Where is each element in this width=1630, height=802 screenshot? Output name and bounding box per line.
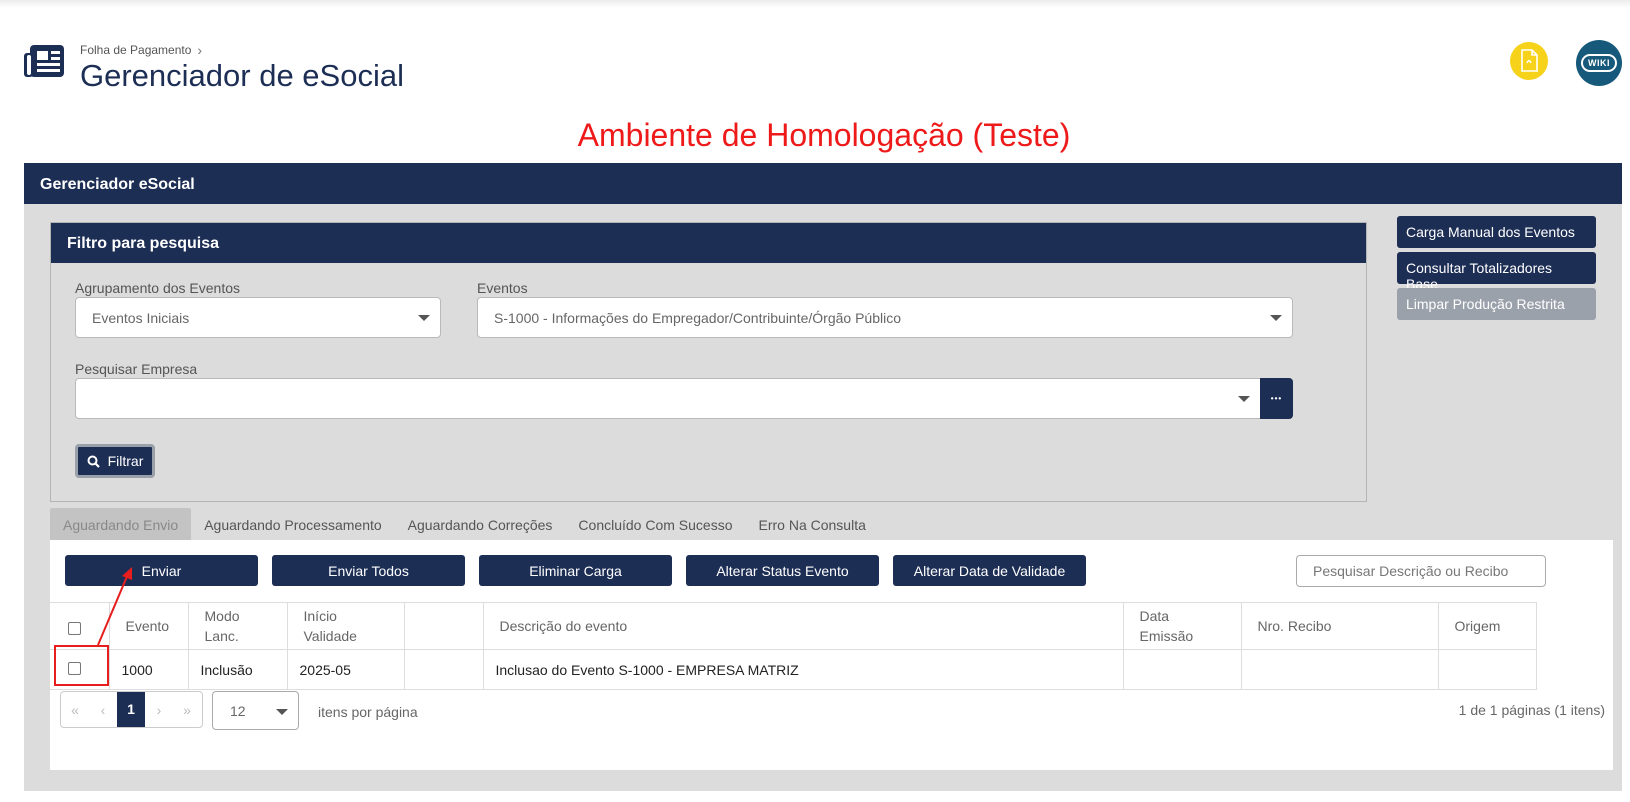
col-modo[interactable]: Modo Lanc. bbox=[188, 602, 288, 650]
tab-erro-consulta[interactable]: Erro Na Consulta bbox=[746, 508, 879, 540]
caret-down-icon bbox=[1270, 315, 1282, 321]
page-header: Folha de Pagamento › Gerenciador de eSoc… bbox=[24, 40, 1622, 100]
caret-down-icon bbox=[418, 315, 430, 321]
caret-down-icon bbox=[276, 709, 288, 715]
search-icon bbox=[87, 455, 100, 468]
cell-origem bbox=[1438, 649, 1537, 690]
group-value: Eventos Iniciais bbox=[92, 310, 190, 326]
events-select[interactable]: S-1000 - Informações do Empregador/Contr… bbox=[477, 297, 1293, 338]
events-table: Evento Modo Lanc. Início Validade Descri… bbox=[50, 602, 1537, 690]
document-help-button[interactable] bbox=[1510, 42, 1548, 80]
col-extra bbox=[404, 602, 484, 650]
chevron-right-icon: › bbox=[197, 42, 203, 58]
pagination-info: 1 de 1 páginas (1 itens) bbox=[1458, 702, 1605, 718]
filter-button-label: Filtrar bbox=[107, 453, 144, 469]
col-data-emissao[interactable]: Data Emissão bbox=[1123, 602, 1242, 650]
col-inicio[interactable]: Início Validade bbox=[287, 602, 405, 650]
cell-modo: Inclusão bbox=[188, 649, 288, 690]
tab-aguardando-correcoes[interactable]: Aguardando Correções bbox=[395, 508, 566, 540]
status-tabs: Aguardando Envio Aguardando Processament… bbox=[50, 508, 879, 540]
wiki-label: WIKI bbox=[1581, 54, 1617, 72]
manual-load-button[interactable]: Carga Manual dos Eventos bbox=[1397, 216, 1596, 248]
group-label: Agrupamento dos Eventos bbox=[75, 280, 240, 296]
company-lookup-button[interactable]: ••• bbox=[1260, 378, 1293, 419]
breadcrumb: Folha de Pagamento › bbox=[80, 42, 202, 58]
page-title: Gerenciador de eSocial bbox=[80, 58, 404, 93]
page-size-value: 12 bbox=[230, 703, 246, 719]
table-header-row: Evento Modo Lanc. Início Validade Descri… bbox=[50, 602, 1537, 650]
annotation-arrow bbox=[97, 567, 132, 646]
first-page-button[interactable]: « bbox=[61, 702, 89, 718]
events-label: Eventos bbox=[477, 280, 528, 296]
col-descricao[interactable]: Descrição do evento bbox=[483, 602, 1124, 650]
company-select[interactable]: ••• bbox=[75, 378, 1293, 419]
delete-load-button[interactable]: Eliminar Carga bbox=[479, 555, 672, 586]
filter-button[interactable]: Filtrar bbox=[75, 444, 155, 478]
caret-down-icon bbox=[1238, 396, 1250, 402]
tab-concluido[interactable]: Concluído Com Sucesso bbox=[565, 508, 745, 540]
next-page-button[interactable]: › bbox=[145, 702, 173, 718]
panel-title: Gerenciador eSocial bbox=[24, 163, 1622, 204]
ellipsis-icon: ••• bbox=[1270, 394, 1283, 403]
esocial-panel: Gerenciador eSocial Filtro para pesquisa… bbox=[24, 163, 1622, 791]
breadcrumb-folha[interactable]: Folha de Pagamento bbox=[80, 43, 191, 57]
document-icon bbox=[1521, 49, 1538, 72]
change-date-button[interactable]: Alterar Data de Validade bbox=[893, 555, 1086, 586]
table-row[interactable]: 1000 Inclusão 2025-05 Inclusao do Evento… bbox=[50, 649, 1537, 690]
cell-recibo bbox=[1241, 649, 1439, 690]
prev-page-button[interactable]: ‹ bbox=[89, 702, 117, 718]
clear-restricted-button[interactable]: Limpar Produção Restrita bbox=[1397, 288, 1596, 320]
search-input[interactable] bbox=[1296, 555, 1546, 587]
last-page-button[interactable]: » bbox=[173, 702, 201, 718]
cell-data bbox=[1123, 649, 1242, 690]
page-size-select[interactable]: 12 bbox=[212, 691, 299, 730]
company-label: Pesquisar Empresa bbox=[75, 361, 198, 377]
top-shadow bbox=[0, 0, 1630, 8]
filter-title: Filtro para pesquisa bbox=[51, 223, 1366, 263]
filter-box: Filtro para pesquisa Agrupamento dos Eve… bbox=[50, 222, 1367, 502]
per-page-label: itens por página bbox=[318, 704, 418, 720]
environment-banner: Ambiente de Homologação (Teste) bbox=[577, 117, 1071, 153]
events-value: S-1000 - Informações do Empregador/Contr… bbox=[494, 310, 901, 326]
tab-aguardando-processamento[interactable]: Aguardando Processamento bbox=[191, 508, 394, 540]
col-recibo[interactable]: Nro. Recibo bbox=[1241, 602, 1439, 650]
cell-descricao: Inclusao do Evento S-1000 - EMPRESA MATR… bbox=[483, 649, 1124, 690]
cell-inicio: 2025-05 bbox=[287, 649, 405, 690]
send-all-button[interactable]: Enviar Todos bbox=[272, 555, 465, 586]
newspaper-icon bbox=[24, 45, 64, 77]
tab-aguardando-envio[interactable]: Aguardando Envio bbox=[50, 508, 192, 540]
wiki-button[interactable]: WIKI bbox=[1576, 40, 1622, 86]
change-status-button[interactable]: Alterar Status Evento bbox=[686, 555, 879, 586]
col-origem[interactable]: Origem bbox=[1438, 602, 1537, 650]
group-select[interactable]: Eventos Iniciais bbox=[75, 297, 441, 338]
events-grid: Enviar Enviar Todos Eliminar Carga Alter… bbox=[50, 540, 1613, 770]
pagination: « ‹ 1 › » bbox=[60, 691, 203, 728]
page-1-button[interactable]: 1 bbox=[117, 692, 145, 727]
cell-extra bbox=[404, 649, 484, 690]
totals-button[interactable]: Consultar Totalizadores Base bbox=[1397, 252, 1596, 292]
